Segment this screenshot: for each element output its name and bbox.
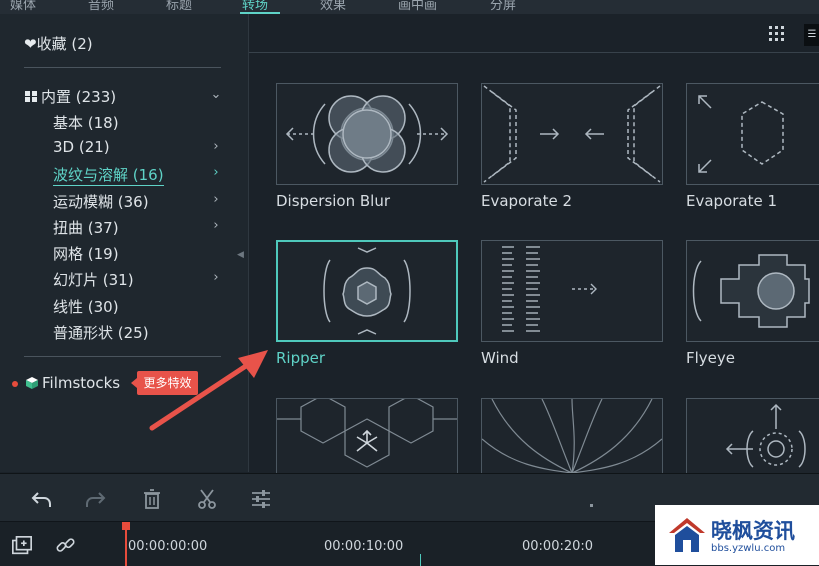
- tab-splitscreen[interactable]: 分屏: [490, 0, 516, 13]
- chevron-right-icon[interactable]: ›: [209, 271, 223, 285]
- grid-view-icon[interactable]: [769, 26, 785, 42]
- transition-label: Flyeye: [686, 349, 736, 367]
- annotation-arrow-icon: [149, 350, 268, 431]
- transition-label: Dispersion Blur: [276, 192, 391, 210]
- filmstocks-label: Filmstocks: [42, 374, 121, 392]
- add-track-icon[interactable]: [11, 535, 35, 559]
- timecode-label: 00:00:20:0: [522, 539, 594, 554]
- tab-pip[interactable]: 画中画: [398, 0, 437, 13]
- transition-thumb[interactable]: [481, 398, 663, 473]
- sidebar-item-3d[interactable]: 3D (21): [53, 138, 110, 156]
- chevron-right-icon[interactable]: ›: [209, 140, 223, 154]
- evaporate-2-preview-icon: [483, 85, 661, 183]
- undo-icon[interactable]: [30, 488, 52, 510]
- timecode-label: 00:00:00:00: [128, 539, 208, 554]
- dispersion-blur-preview-icon: [285, 95, 449, 173]
- swirl-preview-icon: [482, 399, 662, 473]
- sidebar-item-motion-blur[interactable]: 运动模糊 (36): [53, 191, 149, 212]
- top-tab-bar: 媒体 音频 标题 转场 效果 画中画 分屏: [0, 0, 819, 14]
- timecode-label: 00:00:10:00: [324, 539, 404, 554]
- ripper-preview-icon: [323, 247, 411, 335]
- favorites-label: 收藏 (2): [36, 35, 93, 53]
- transition-label: Evaporate 2: [481, 192, 573, 210]
- sidebar-builtin[interactable]: 内置 (233): [24, 86, 116, 107]
- transition-thumb[interactable]: [276, 398, 458, 473]
- evaporate-1-preview-icon: [698, 95, 784, 173]
- flyeye-preview-icon: [692, 254, 810, 328]
- redo-icon[interactable]: [85, 488, 107, 510]
- chevron-right-icon[interactable]: ›: [209, 193, 223, 207]
- trash-icon[interactable]: [141, 488, 163, 510]
- toolbar-dot: [590, 504, 593, 507]
- sidebar-item-ripple-dissolve[interactable]: 波纹与溶解 (16): [53, 164, 164, 186]
- radial-burst-preview-icon: [725, 403, 806, 468]
- panel-header: ☰: [249, 14, 819, 53]
- tab-titles[interactable]: 标题: [166, 0, 192, 13]
- transition-label: Evaporate 1: [686, 192, 778, 210]
- watermark-url: bbs.yzwlu.com: [711, 543, 786, 554]
- panel-side-button[interactable]: ☰: [804, 24, 819, 46]
- house-logo-icon: [669, 518, 705, 552]
- site-watermark: 晓枫资讯 bbs.yzwlu.com: [655, 505, 819, 565]
- transition-label: Ripper: [276, 349, 326, 367]
- collapse-sidebar-handle[interactable]: ◀: [237, 250, 245, 264]
- sidebar-item-common-shapes[interactable]: 普通形状 (25): [53, 322, 149, 343]
- transition-thumb-flyeye[interactable]: [686, 240, 819, 342]
- new-dot-icon: [12, 380, 18, 387]
- sidebar-item-basic[interactable]: 基本 (18): [53, 112, 119, 133]
- transitions-panel: ☰ Dispersion Blur Evaporate 2 Evaporate …: [249, 14, 819, 473]
- transition-thumb-evaporate-1[interactable]: [686, 83, 819, 185]
- sidebar-filmstocks[interactable]: Filmstocks: [12, 374, 120, 392]
- transition-thumb-ripper[interactable]: [276, 240, 458, 342]
- scissors-icon[interactable]: [196, 488, 218, 510]
- wind-preview-icon: [502, 246, 597, 332]
- hexagon-grid-preview-icon: [277, 399, 457, 468]
- tab-media[interactable]: 媒体: [10, 0, 36, 13]
- sidebar-item-linear[interactable]: 线性 (30): [53, 296, 119, 317]
- grid-category-icon: [24, 90, 38, 102]
- transition-thumb[interactable]: [686, 398, 819, 473]
- playhead-handle[interactable]: [122, 522, 130, 530]
- sidebar-item-slideshow[interactable]: 幻灯片 (31): [53, 269, 134, 290]
- transition-label: Wind: [481, 349, 519, 367]
- chevron-down-icon[interactable]: ⌄: [209, 88, 223, 102]
- sidebar-item-grid[interactable]: 网格 (19): [53, 243, 119, 264]
- adjust-sliders-icon[interactable]: [250, 488, 272, 510]
- sidebar-item-warp[interactable]: 扭曲 (37): [53, 217, 119, 238]
- watermark-title: 晓枫资讯: [711, 519, 795, 543]
- chevron-right-icon[interactable]: ›: [209, 166, 223, 180]
- heart-icon: ❤: [24, 35, 37, 53]
- tab-effects[interactable]: 效果: [320, 0, 346, 13]
- ruler-marker: [420, 554, 421, 566]
- transition-thumb-dispersion-blur[interactable]: [276, 83, 458, 185]
- link-icon[interactable]: [55, 535, 79, 559]
- tab-audio[interactable]: 音频: [88, 0, 114, 13]
- transition-thumb-wind[interactable]: [481, 240, 663, 342]
- builtin-label: 内置 (233): [41, 88, 117, 106]
- chevron-right-icon[interactable]: ›: [209, 219, 223, 233]
- filmstocks-cube-icon: [26, 375, 38, 389]
- sidebar-divider: [24, 67, 221, 68]
- transition-thumb-evaporate-2[interactable]: [481, 83, 663, 185]
- sidebar-favorites[interactable]: ❤收藏 (2): [24, 33, 93, 54]
